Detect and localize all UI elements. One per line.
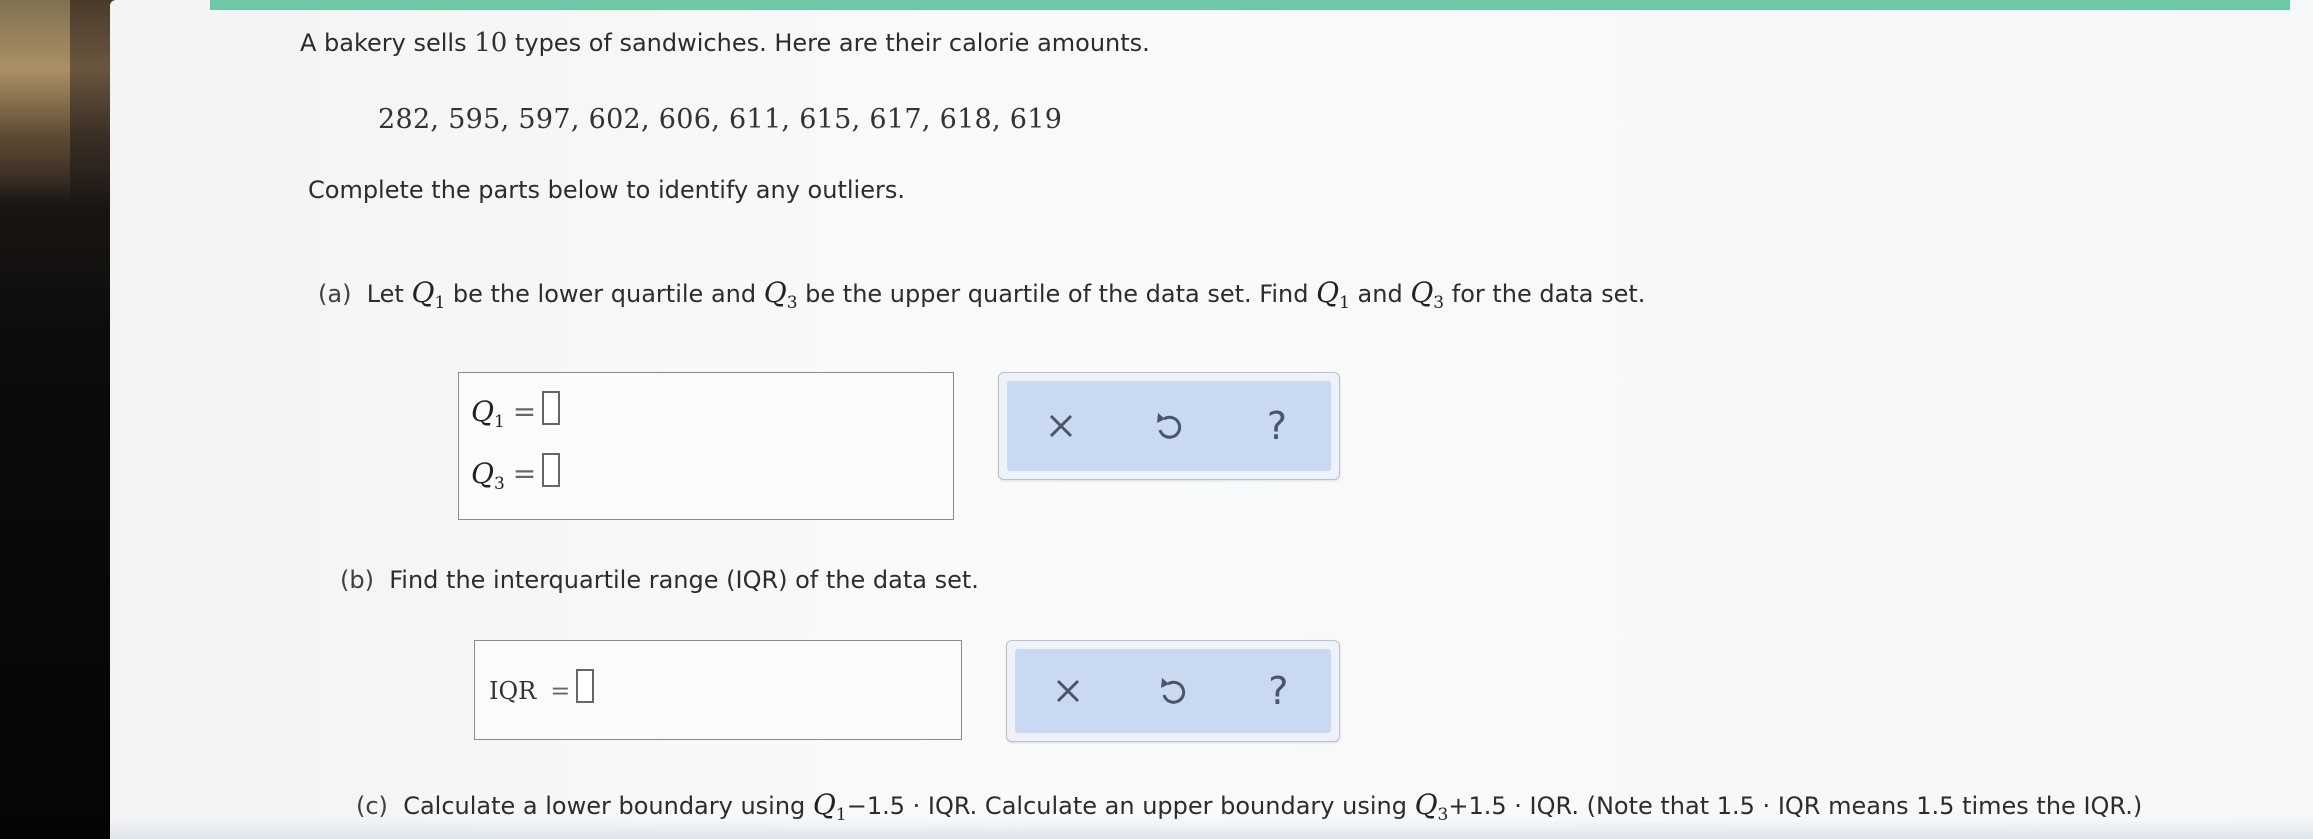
iqr-label: IQR <box>489 677 537 705</box>
toolbar-inner: ? <box>1015 649 1331 733</box>
part-b-prompt: (b) Find the interquartile range (IQR) o… <box>340 566 979 594</box>
part-a-text: for the data set. <box>1444 280 1646 308</box>
equals-sign: = <box>550 677 571 705</box>
close-icon <box>1056 679 1079 703</box>
intro-text: A bakery sells <box>300 29 475 57</box>
q1-input[interactable] <box>542 391 561 425</box>
part-a-label: (a) <box>318 280 352 308</box>
close-icon <box>1049 414 1073 438</box>
part-a-text: Let <box>366 280 412 308</box>
help-button[interactable]: ? <box>1242 396 1312 456</box>
part-b-answer-box: IQR = <box>474 640 962 740</box>
part-a-prompt: (a) Let Q1 be the lower quartile and Q3 … <box>318 276 1645 313</box>
instruction-text: Complete the parts below to identify any… <box>308 176 905 204</box>
part-a-answer-box: Q1 = Q3 = <box>458 372 954 520</box>
part-c-label: (c) <box>356 792 388 820</box>
undo-icon <box>1160 678 1186 704</box>
iqr-input[interactable] <box>576 669 595 703</box>
part-b-label: (b) <box>340 566 374 594</box>
q3-answer-row: Q3 = <box>471 453 561 494</box>
part-a-text: and <box>1349 280 1411 308</box>
part-b-text: Find the interquartile range (IQR) of th… <box>389 566 979 594</box>
clear-button[interactable] <box>1026 396 1096 456</box>
toolbar-inner: ? <box>1007 381 1331 471</box>
equals-sign: = <box>512 395 537 428</box>
calorie-data-list: 282, 595, 597, 602, 606, 611, 615, 617, … <box>378 104 1063 135</box>
part-b-toolbar: ? <box>1006 640 1340 742</box>
sandwich-count: 10 <box>474 28 508 58</box>
part-c-text: −1.5 · IQR. Calculate an upper boundary … <box>846 792 1415 820</box>
part-a-text: be the lower quartile and <box>445 280 764 308</box>
q3-input[interactable] <box>542 453 561 487</box>
screen: A bakery sells 10 types of sandwiches. H… <box>110 0 2313 839</box>
part-c-text: Calculate a lower boundary using <box>403 792 813 820</box>
equals-sign: = <box>512 457 537 490</box>
help-button[interactable]: ? <box>1243 661 1313 721</box>
clear-button[interactable] <box>1033 661 1103 721</box>
bottom-edge <box>110 817 2313 839</box>
desk-highlight <box>0 0 70 200</box>
q3-symbol: Q3 <box>471 457 505 494</box>
q1-answer-row: Q1 = <box>471 391 561 432</box>
q1-symbol: Q1 <box>471 395 505 432</box>
part-a-text: be the upper quartile of the data set. F… <box>797 280 1317 308</box>
q1-symbol: Q1 <box>1316 276 1350 313</box>
undo-icon <box>1157 413 1182 439</box>
q3-symbol: Q3 <box>763 276 798 313</box>
top-accent-bar <box>210 0 2290 10</box>
help-icon: ? <box>1268 669 1289 713</box>
intro-text-end: types of sandwiches. Here are their calo… <box>507 29 1150 57</box>
undo-button[interactable] <box>1134 396 1204 456</box>
q1-symbol: Q1 <box>411 276 446 313</box>
iqr-answer-row: IQR = <box>489 669 595 705</box>
part-c-text: +1.5 · IQR. (Note that 1.5 · IQR means 1… <box>1448 792 2143 820</box>
part-a-toolbar: ? <box>998 372 1340 480</box>
problem-intro: A bakery sells 10 types of sandwiches. H… <box>300 28 1150 58</box>
q3-symbol: Q3 <box>1410 276 1445 313</box>
help-icon: ? <box>1266 404 1288 448</box>
undo-button[interactable] <box>1138 661 1208 721</box>
